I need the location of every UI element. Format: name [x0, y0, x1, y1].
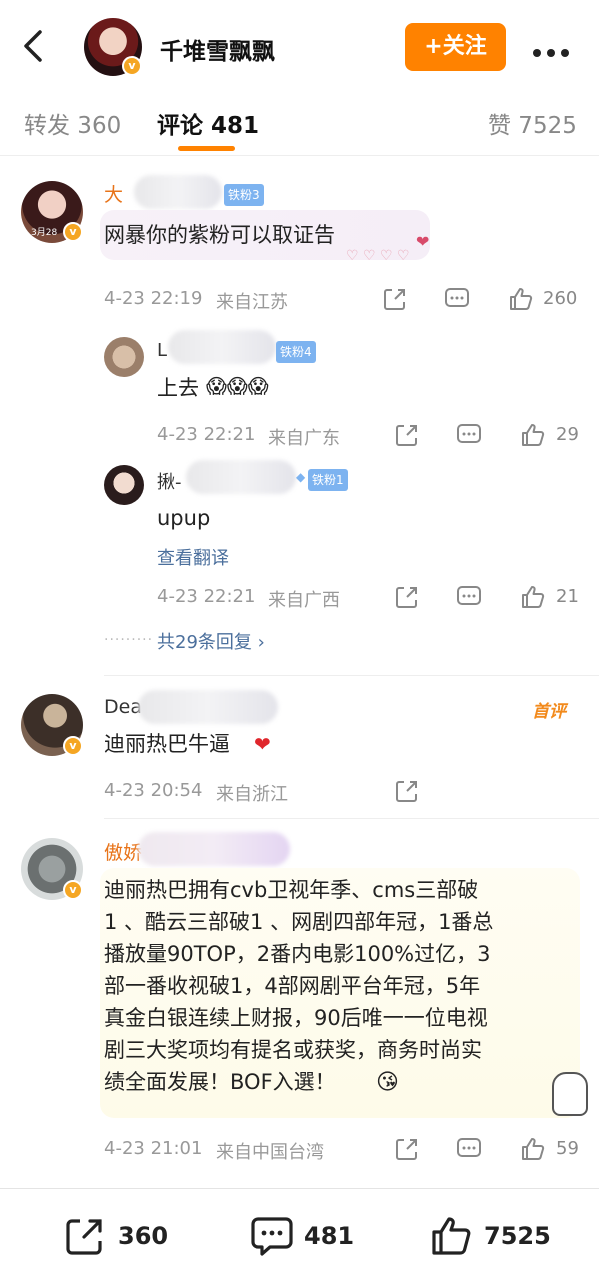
- tab-likes[interactable]: 赞 7525: [488, 106, 577, 140]
- comment-text-line: 真金白银连续上财报，90后唯一一位电视: [104, 1006, 488, 1030]
- tab-active-indicator: [178, 146, 235, 151]
- reply-username[interactable]: L: [157, 340, 167, 361]
- share-icon[interactable]: [394, 1136, 420, 1162]
- share-icon[interactable]: [394, 422, 420, 448]
- diamond-icon: ◆: [296, 470, 306, 484]
- reply-icon[interactable]: [444, 286, 470, 312]
- fan-badge: 铁粉4: [276, 341, 316, 363]
- comment-text-line: 迪丽热巴拥有cvb卫视年季、cms三部破: [104, 878, 479, 902]
- more-options-icon[interactable]: [533, 42, 577, 57]
- like-count: 29: [556, 424, 579, 445]
- repost-icon: [66, 1219, 102, 1255]
- reply-text: 上去: [157, 376, 199, 400]
- reply-avatar[interactable]: [104, 337, 144, 377]
- commenter-name[interactable]: 大: [104, 180, 123, 207]
- comment-location: 来自江苏: [216, 292, 288, 313]
- fan-badge: 铁粉1: [308, 469, 348, 491]
- like-icon[interactable]: [508, 286, 534, 312]
- top-nav-bar: v 千堆雪飘飘 +关注: [0, 0, 599, 86]
- comment-text-line: 播放量90TOP，2番内电影100%过亿，3: [104, 942, 491, 966]
- comment-icon: [251, 1217, 293, 1256]
- divider: [104, 675, 599, 676]
- bottom-action-bar: 360 481 7525: [0, 1188, 599, 1280]
- tab-reposts[interactable]: 转发 360: [24, 106, 121, 140]
- blurred-username: [168, 330, 276, 364]
- comment-text: 迪丽热巴牛逼: [104, 732, 230, 756]
- like-count: 21: [556, 586, 579, 607]
- blurred-username: [138, 690, 278, 724]
- dotted-separator: ·········: [104, 632, 154, 648]
- comment-count: 481: [304, 1222, 355, 1250]
- emoji-icon: 😘: [376, 1070, 399, 1095]
- comment-text: 网暴你的紫粉可以取证告: [104, 223, 335, 247]
- avatar-caption: 3月28: [31, 228, 58, 238]
- view-more-replies-link[interactable]: 共29条回复 ›: [157, 628, 265, 654]
- like-count: 59: [556, 1138, 579, 1159]
- comment-time: 4-23 22:19: [104, 288, 203, 309]
- blurred-username: [134, 175, 222, 209]
- reply-location: 来自广西: [268, 590, 340, 611]
- repost-button[interactable]: 360: [64, 1215, 174, 1255]
- thumbs-up-icon: [432, 1217, 471, 1255]
- like-icon[interactable]: [520, 422, 546, 448]
- comment-text-line: 1 、酷云三部破1 、网剧四部年冠，1番总: [104, 910, 494, 934]
- comment-time: 4-23 21:01: [104, 1138, 203, 1159]
- comment-button[interactable]: 481: [250, 1215, 360, 1256]
- verified-badge-icon: v: [122, 56, 142, 76]
- reply-text: upup: [157, 506, 211, 530]
- like-icon[interactable]: [520, 1136, 546, 1162]
- reply-icon[interactable]: [456, 584, 482, 610]
- emoji-icon: 😱😱😱: [206, 374, 269, 398]
- bubble-sticker-icon: [552, 1072, 588, 1116]
- verified-badge-icon: v: [63, 736, 83, 756]
- like-count: 260: [543, 288, 578, 309]
- blurred-username: [186, 460, 296, 494]
- translate-link[interactable]: 查看翻译: [157, 544, 229, 570]
- follow-button[interactable]: +关注: [405, 23, 506, 71]
- reply-icon[interactable]: [456, 422, 482, 448]
- verified-badge-icon: v: [63, 880, 83, 900]
- like-count: 7525: [484, 1222, 551, 1250]
- verified-badge-icon: v: [63, 222, 83, 242]
- author-name[interactable]: 千堆雪飘飘: [160, 32, 275, 66]
- like-button[interactable]: 7525: [430, 1215, 570, 1255]
- bubble-decoration-icon: ♡ ♡ ♡ ♡: [346, 248, 410, 264]
- like-icon[interactable]: [520, 584, 546, 610]
- heart-sticker-icon: ❤: [416, 232, 430, 251]
- share-icon[interactable]: [394, 778, 420, 804]
- comment-location: 来自中国台湾: [216, 1142, 324, 1163]
- tab-comments[interactable]: 评论 481: [157, 106, 259, 140]
- reply-avatar[interactable]: [104, 465, 144, 505]
- reply-time: 4-23 22:21: [157, 586, 256, 607]
- comment-text-line: 绩全面发展！BOF入選！: [104, 1070, 336, 1094]
- commenter-name[interactable]: 傲娇: [104, 838, 142, 865]
- share-icon[interactable]: [382, 286, 408, 312]
- comment-location: 来自浙江: [216, 784, 288, 805]
- tab-bar: 转发 360 评论 481 赞 7525: [0, 86, 599, 156]
- reply-icon[interactable]: [456, 1136, 482, 1162]
- comment-time: 4-23 20:54: [104, 780, 203, 801]
- commenter-name[interactable]: Dea: [104, 696, 142, 718]
- reply-username[interactable]: 揪-: [157, 468, 182, 494]
- heart-emoji-icon: ❤: [254, 732, 271, 756]
- reply-location: 来自广东: [268, 428, 340, 449]
- reply-time: 4-23 22:21: [157, 424, 256, 445]
- comment-text-line: 剧三大奖项均有提名或获奖，商务时尚实: [104, 1038, 482, 1062]
- fan-badge: 铁粉3: [224, 184, 264, 206]
- comment-text-line: 部一番收视破1，4部网剧平台年冠，5年: [104, 974, 481, 998]
- first-comment-badge: 首评: [532, 702, 566, 722]
- blurred-username: [138, 832, 290, 866]
- repost-count: 360: [118, 1222, 169, 1250]
- divider: [104, 818, 599, 819]
- share-icon[interactable]: [394, 584, 420, 610]
- back-arrow-icon[interactable]: [18, 26, 50, 66]
